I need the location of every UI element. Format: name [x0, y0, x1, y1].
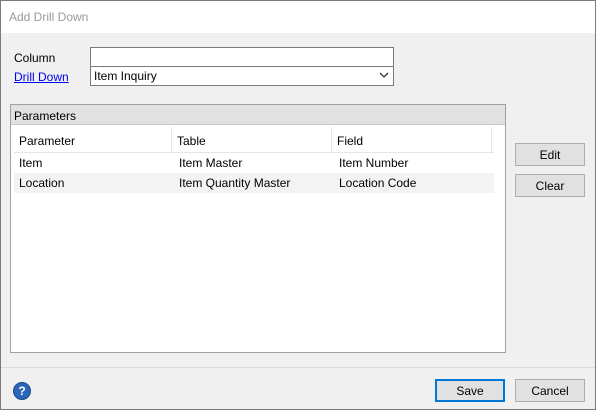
- column-label: Column: [14, 51, 56, 65]
- parameters-list-header: Parameter Table Field: [14, 127, 494, 153]
- column-header-field[interactable]: Field: [332, 127, 492, 153]
- chevron-down-icon: [379, 72, 389, 78]
- cell-table: Item Quantity Master: [179, 176, 291, 190]
- parameters-group-title: Parameters: [14, 109, 77, 123]
- parameters-group: Parameters Parameter Table Field Item It…: [10, 104, 506, 353]
- column-input[interactable]: [90, 47, 394, 67]
- cell-parameter: Item: [19, 156, 43, 170]
- edit-button[interactable]: Edit: [515, 143, 585, 166]
- drill-down-link[interactable]: Drill Down: [14, 70, 69, 84]
- table-row[interactable]: Item Item Master Item Number: [14, 153, 494, 173]
- save-button[interactable]: Save: [435, 379, 505, 402]
- column-header-table[interactable]: Table: [172, 127, 332, 153]
- title-bar: Add Drill Down: [1, 1, 595, 33]
- cell-parameter: Location: [19, 176, 65, 190]
- cell-field: Item Number: [339, 156, 409, 170]
- column-header-parameter[interactable]: Parameter: [14, 127, 172, 153]
- drill-down-selected-value: Item Inquiry: [94, 69, 157, 83]
- cancel-button[interactable]: Cancel: [515, 379, 585, 402]
- clear-button[interactable]: Clear: [515, 174, 585, 197]
- drill-down-select[interactable]: Item Inquiry: [90, 66, 394, 86]
- help-icon[interactable]: ?: [13, 382, 31, 400]
- parameters-list[interactable]: Parameter Table Field Item Item Master I…: [14, 127, 502, 351]
- window-title: Add Drill Down: [9, 10, 89, 24]
- add-drill-down-dialog: Add Drill Down Column Drill Down Item In…: [0, 0, 596, 410]
- cell-field: Location Code: [339, 176, 417, 190]
- parameters-group-header: Parameters: [11, 105, 505, 125]
- table-row[interactable]: Location Item Quantity Master Location C…: [14, 173, 494, 193]
- cell-table: Item Master: [179, 156, 243, 170]
- footer-divider: [1, 367, 595, 368]
